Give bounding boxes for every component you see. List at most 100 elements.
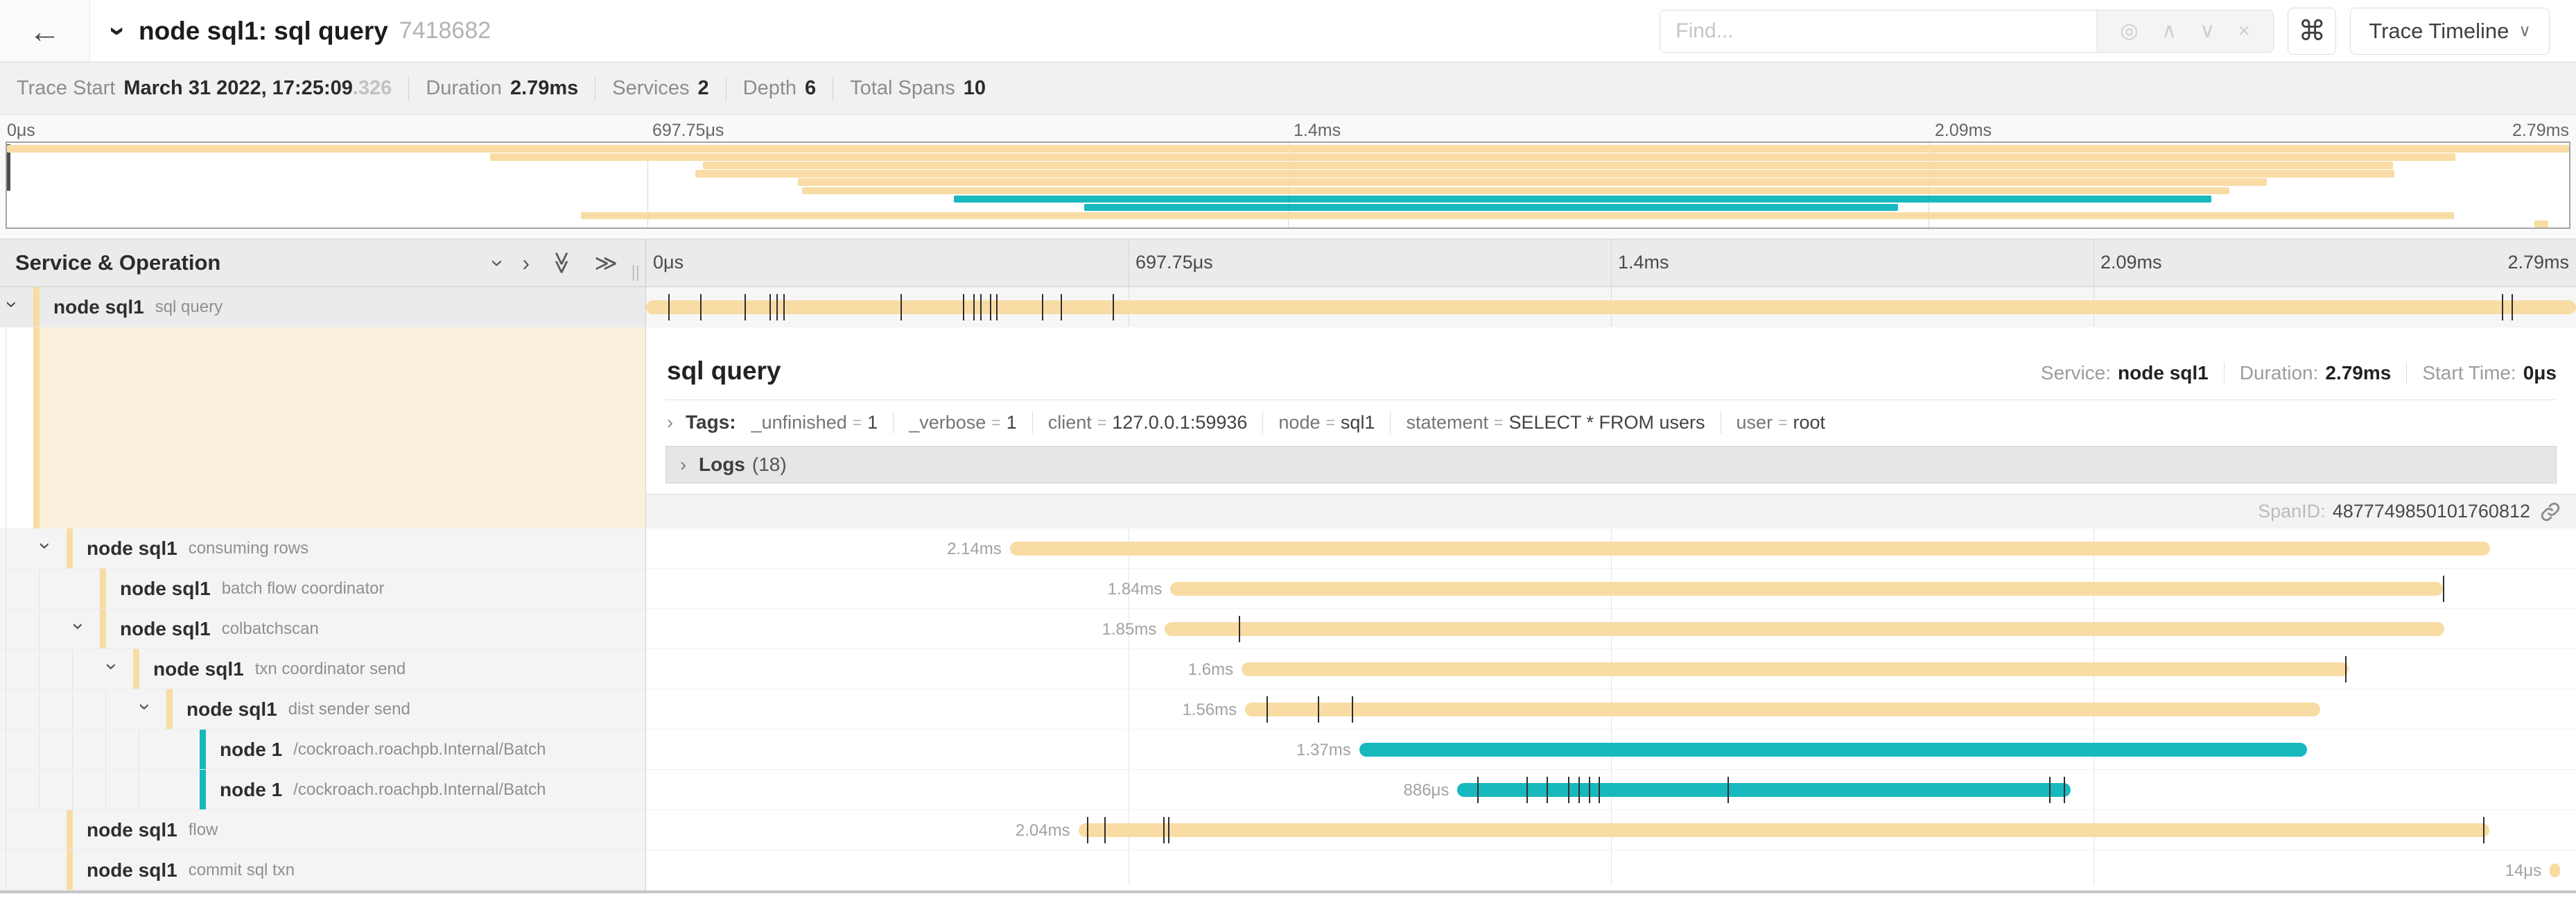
span-bar[interactable] xyxy=(1242,662,2349,676)
log-marker[interactable] xyxy=(1318,696,1319,723)
log-marker[interactable] xyxy=(996,294,998,320)
log-marker[interactable] xyxy=(1113,294,1114,320)
log-marker[interactable] xyxy=(1568,777,1569,803)
span-name-cell[interactable]: node sql1flow xyxy=(0,810,646,850)
log-marker[interactable] xyxy=(1547,777,1548,803)
log-marker[interactable] xyxy=(1168,817,1169,843)
span-row[interactable]: ›node sql1dist sender send1.56ms xyxy=(0,689,2576,730)
expand-all-icon[interactable]: ≫ xyxy=(595,250,618,276)
log-marker[interactable] xyxy=(900,294,902,320)
span-name-cell[interactable]: node 1/cockroach.roachpb.Internal/Batch xyxy=(0,770,646,810)
log-marker[interactable] xyxy=(1578,777,1580,803)
span-timeline-cell[interactable]: 886μs xyxy=(646,770,2576,810)
log-marker[interactable] xyxy=(2512,294,2513,320)
span-bar[interactable] xyxy=(1245,703,2320,716)
span-timeline-cell[interactable]: 2.14ms xyxy=(646,528,2576,569)
log-marker[interactable] xyxy=(745,294,746,320)
log-marker[interactable] xyxy=(1087,817,1088,843)
chevron-down-icon[interactable]: › xyxy=(0,301,24,308)
log-marker[interactable] xyxy=(1163,817,1165,843)
logs-row[interactable]: ›Logs(18) xyxy=(665,446,2557,483)
chevron-down-icon[interactable]: › xyxy=(133,703,157,710)
minimap-canvas[interactable] xyxy=(6,141,2570,229)
span-row[interactable]: ›node sql1sql query xyxy=(0,287,2576,327)
span-row[interactable]: node sql1commit sql txn14μs xyxy=(0,850,2576,891)
horizontal-scrollbar[interactable] xyxy=(0,891,2576,893)
log-marker[interactable] xyxy=(1267,696,1268,723)
log-marker[interactable] xyxy=(700,294,702,320)
span-row[interactable]: ›node sql1txn coordinator send1.6ms xyxy=(0,649,2576,689)
span-bar[interactable] xyxy=(1359,743,2307,757)
chevron-down-icon[interactable]: › xyxy=(102,26,135,36)
span-timeline-cell[interactable]: 2.04ms xyxy=(646,810,2576,850)
span-name-cell[interactable]: ›node sql1sql query xyxy=(0,287,646,327)
span-bar[interactable] xyxy=(1457,783,2070,797)
span-bar[interactable] xyxy=(1170,582,2443,596)
search-input[interactable] xyxy=(1660,10,2096,52)
log-marker[interactable] xyxy=(1061,294,1062,320)
chevron-down-icon[interactable]: › xyxy=(100,663,123,670)
log-marker[interactable] xyxy=(1477,777,1479,803)
trace-title-wrap[interactable]: › node sql1: sql query 7418682 xyxy=(114,15,491,48)
log-marker[interactable] xyxy=(1589,777,1590,803)
span-name-cell[interactable]: node 1/cockroach.roachpb.Internal/Batch xyxy=(0,730,646,770)
span-name-cell[interactable]: ›node sql1consuming rows xyxy=(0,528,646,569)
collapse-all-icon[interactable]: ≫ xyxy=(549,251,575,275)
span-bar[interactable] xyxy=(646,300,2576,314)
chevron-down-icon[interactable]: › xyxy=(67,623,90,630)
span-row[interactable]: ›node sql1colbatchscan1.85ms xyxy=(0,609,2576,649)
clear-search-icon[interactable]: × xyxy=(2238,19,2250,43)
next-match-icon[interactable]: ∨ xyxy=(2200,19,2215,43)
span-row[interactable]: node 1/cockroach.roachpb.Internal/Batch1… xyxy=(0,730,2576,770)
span-timeline-cell[interactable]: 1.37ms xyxy=(646,730,2576,770)
back-button[interactable]: ← xyxy=(0,0,90,62)
chevron-down-icon[interactable]: › xyxy=(33,542,57,549)
expand-one-icon[interactable]: › xyxy=(522,250,530,276)
span-name-cell[interactable]: node sql1batch flow coordinator xyxy=(0,569,646,609)
span-timeline-cell[interactable] xyxy=(646,287,2576,327)
log-marker[interactable] xyxy=(2502,294,2503,320)
log-marker[interactable] xyxy=(2345,656,2347,682)
span-name-cell[interactable]: ›node sql1dist sender send xyxy=(0,689,646,730)
log-marker[interactable] xyxy=(1352,696,1353,723)
tags-row[interactable]: ›Tags:_unfinished=1_verbose=1client=127.… xyxy=(646,400,2576,443)
log-marker[interactable] xyxy=(668,294,670,320)
log-marker[interactable] xyxy=(973,294,975,320)
collapse-one-icon[interactable]: › xyxy=(485,259,511,267)
log-marker[interactable] xyxy=(776,294,778,320)
log-marker[interactable] xyxy=(769,294,771,320)
span-row[interactable]: node sql1flow2.04ms xyxy=(0,810,2576,850)
chevron-right-icon[interactable]: › xyxy=(667,412,673,433)
log-marker[interactable] xyxy=(1599,777,1600,803)
log-marker[interactable] xyxy=(990,294,991,320)
span-timeline-cell[interactable]: 1.6ms xyxy=(646,649,2576,689)
span-timeline-cell[interactable]: 14μs xyxy=(646,850,2576,891)
log-marker[interactable] xyxy=(963,294,964,320)
log-marker[interactable] xyxy=(1526,777,1528,803)
prev-match-icon[interactable]: ∧ xyxy=(2161,19,2177,43)
link-icon[interactable] xyxy=(2540,501,2561,522)
span-row[interactable]: ›node sql1consuming rows2.14ms xyxy=(0,528,2576,569)
log-marker[interactable] xyxy=(1104,817,1106,843)
log-marker[interactable] xyxy=(1728,777,1729,803)
locate-icon[interactable]: ◎ xyxy=(2121,19,2139,43)
log-marker[interactable] xyxy=(1042,294,1043,320)
span-row[interactable]: node sql1batch flow coordinator1.84ms xyxy=(0,569,2576,609)
keyboard-shortcuts-button[interactable]: ⌘ xyxy=(2288,8,2336,55)
span-name-cell[interactable]: ›node sql1txn coordinator send xyxy=(0,649,646,689)
span-bar[interactable] xyxy=(2550,863,2560,877)
log-marker[interactable] xyxy=(783,294,785,320)
chevron-right-icon[interactable]: › xyxy=(680,454,686,476)
log-marker[interactable] xyxy=(980,294,982,320)
log-marker[interactable] xyxy=(1239,616,1240,642)
span-name-cell[interactable]: node sql1commit sql txn xyxy=(0,850,646,891)
log-marker[interactable] xyxy=(2483,817,2484,843)
view-selector-button[interactable]: Trace Timeline ∨ xyxy=(2350,8,2550,55)
span-timeline-cell[interactable]: 1.56ms xyxy=(646,689,2576,730)
log-marker[interactable] xyxy=(2049,777,2051,803)
span-timeline-cell[interactable]: 1.84ms xyxy=(646,569,2576,609)
span-bar[interactable] xyxy=(1010,542,2490,556)
column-resize-handle[interactable]: || xyxy=(632,263,640,282)
log-marker[interactable] xyxy=(2064,777,2065,803)
span-name-cell[interactable]: ›node sql1colbatchscan xyxy=(0,609,646,649)
